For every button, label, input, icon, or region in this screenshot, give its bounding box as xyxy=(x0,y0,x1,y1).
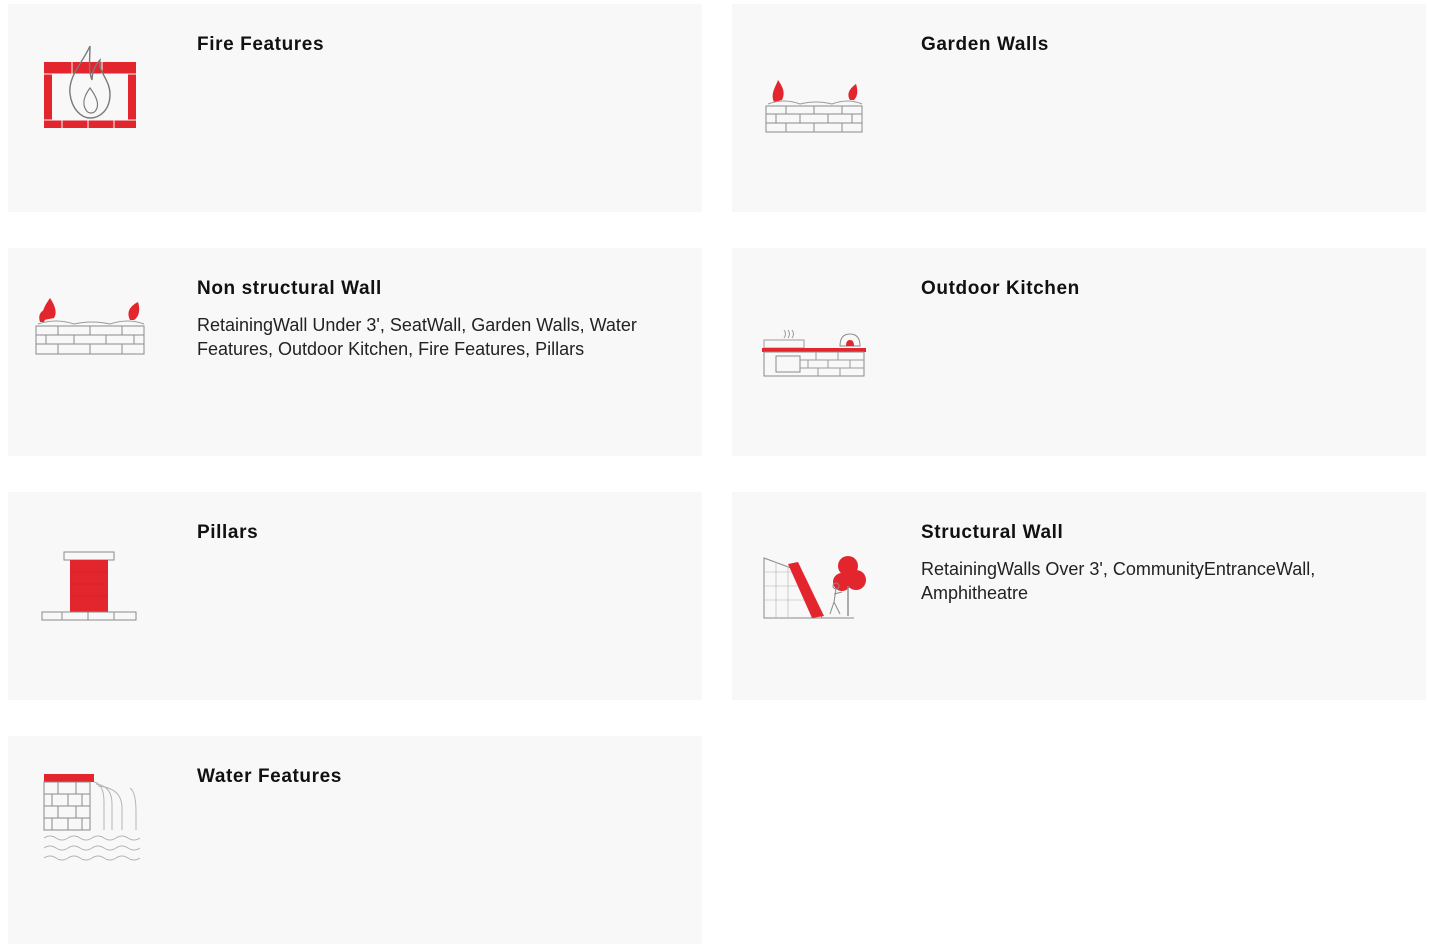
card-structural-wall[interactable]: Structural Wall RetainingWalls Over 3', … xyxy=(732,492,1426,700)
fire-feature-icon xyxy=(42,44,138,132)
card-title: Garden Walls xyxy=(921,34,1049,55)
card-description: RetainingWalls Over 3', CommunityEntranc… xyxy=(921,559,1316,603)
card-outdoor-kitchen[interactable]: Outdoor Kitchen xyxy=(732,248,1426,456)
card-title: Structural Wall xyxy=(921,522,1064,543)
card-fire-features[interactable]: Fire Features xyxy=(8,4,702,212)
non-structural-wall-icon xyxy=(34,296,148,358)
water-feature-icon xyxy=(42,772,140,864)
card-description: RetainingWall Under 3', SeatWall, Garden… xyxy=(197,315,637,359)
card-title: Outdoor Kitchen xyxy=(921,278,1080,299)
card-non-structural-wall[interactable]: Non structural Wall RetainingWall Under … xyxy=(8,248,702,456)
card-title: Water Features xyxy=(197,766,342,787)
card-water-features[interactable]: Water Features xyxy=(8,736,702,944)
card-title: Fire Features xyxy=(197,34,325,55)
garden-wall-icon xyxy=(764,78,866,136)
pillar-icon xyxy=(40,550,140,624)
card-title: Non structural Wall xyxy=(197,278,382,299)
card-garden-walls[interactable]: Garden Walls xyxy=(732,4,1426,212)
card-pillars[interactable]: Pillars xyxy=(8,492,702,700)
structural-wall-icon xyxy=(762,552,870,622)
card-title: Pillars xyxy=(197,522,259,543)
outdoor-kitchen-icon xyxy=(762,326,868,380)
